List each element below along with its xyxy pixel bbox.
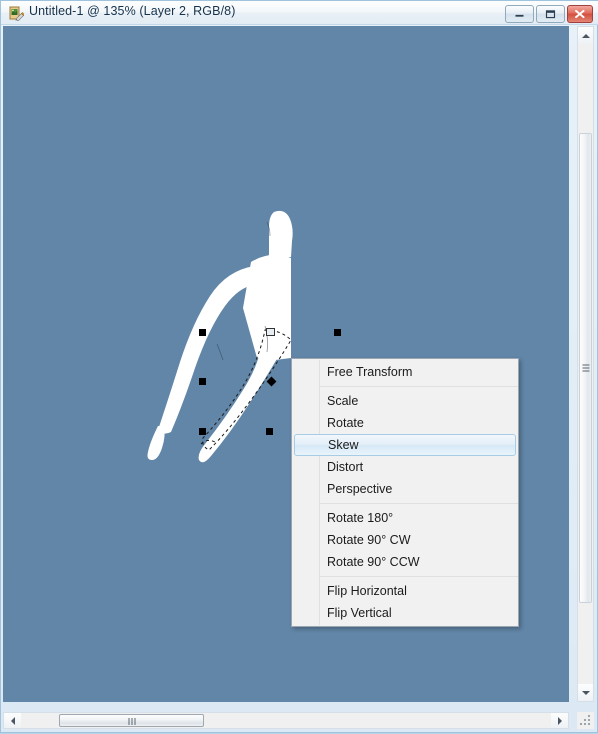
menu-item-rotate[interactable]: Rotate	[292, 412, 518, 434]
transform-pivot-point[interactable]	[266, 376, 277, 387]
menu-item-perspective[interactable]: Perspective	[292, 478, 518, 500]
menu-item-rotate-90-ccw[interactable]: Rotate 90° CCW	[292, 551, 518, 573]
horizontal-scrollbar-thumb[interactable]	[59, 714, 204, 727]
vertical-scrollbar-thumb[interactable]	[579, 133, 592, 603]
scroll-left-arrow-icon[interactable]	[4, 713, 21, 728]
close-button[interactable]	[567, 5, 593, 23]
menu-item-free-transform[interactable]: Free Transform	[292, 361, 518, 383]
menu-item-scale[interactable]: Scale	[292, 390, 518, 412]
menu-separator	[319, 503, 518, 504]
transform-handle-top-left[interactable]	[199, 329, 206, 336]
application-window: Untitled-1 @ 135% (Layer 2, RGB/8) Free …	[0, 0, 598, 733]
minimize-button[interactable]	[505, 5, 534, 23]
transform-handle-bottom-center[interactable]	[266, 428, 273, 435]
menu-item-skew[interactable]: Skew	[294, 434, 516, 456]
scroll-right-arrow-icon[interactable]	[551, 713, 568, 728]
transform-handle-top-right[interactable]	[334, 329, 341, 336]
scrollbar-grip-icon	[127, 712, 136, 730]
transform-handle-middle-left[interactable]	[199, 378, 206, 385]
maximize-button[interactable]	[536, 5, 565, 23]
vertical-scrollbar[interactable]	[577, 26, 594, 702]
horizontal-scrollbar[interactable]	[3, 712, 569, 729]
title-bar: Untitled-1 @ 135% (Layer 2, RGB/8)	[1, 1, 598, 25]
menu-item-distort[interactable]: Distort	[292, 456, 518, 478]
window-title: Untitled-1 @ 135% (Layer 2, RGB/8)	[29, 4, 236, 18]
menu-item-rotate-90-cw[interactable]: Rotate 90° CW	[292, 529, 518, 551]
transform-context-menu[interactable]: Free Transform Scale Rotate Skew Distort…	[291, 358, 519, 627]
menu-item-flip-horizontal[interactable]: Flip Horizontal	[292, 580, 518, 602]
menu-item-rotate-180[interactable]: Rotate 180°	[292, 507, 518, 529]
menu-item-flip-vertical[interactable]: Flip Vertical	[292, 602, 518, 624]
window-resize-grip[interactable]	[577, 712, 594, 729]
scrollbar-grip-icon	[582, 363, 589, 374]
menu-separator	[319, 386, 518, 387]
document-pencil-icon	[8, 5, 25, 22]
menu-separator	[319, 576, 518, 577]
scroll-up-arrow-icon[interactable]	[578, 27, 593, 44]
transform-handle-top-center[interactable]	[266, 328, 275, 336]
scroll-down-arrow-icon[interactable]	[578, 684, 593, 701]
transform-handle-bottom-left[interactable]	[199, 428, 206, 435]
